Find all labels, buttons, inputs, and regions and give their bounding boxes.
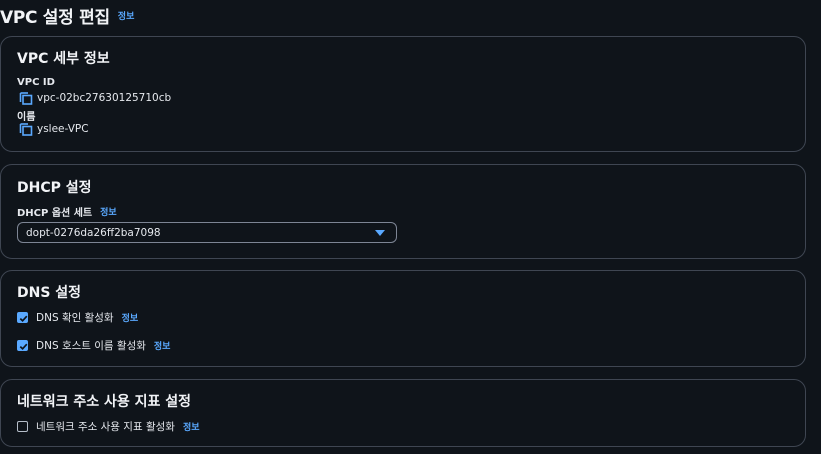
dns-resolution-label: DNS 확인 활성화 xyxy=(36,312,114,324)
dhcp-info-link[interactable]: 정보 xyxy=(100,205,117,218)
dhcp-settings-panel: DHCP 설정 DHCP 옵션 세트 정보 dopt-0276da26ff2ba… xyxy=(0,164,806,259)
dns-hostnames-label: DNS 호스트 이름 활성화 xyxy=(36,340,146,352)
vpc-id-label: VPC ID xyxy=(17,77,55,88)
network-address-usage-label: 네트워크 주소 사용 지표 활성화 xyxy=(36,421,175,433)
dns-settings-panel: DNS 설정 DNS 확인 활성화 정보 DNS 호스트 이름 활성화 정보 xyxy=(0,270,806,367)
dns-resolution-checkbox[interactable] xyxy=(17,312,28,323)
page-header: VPC 설정 편집 정보 xyxy=(0,2,134,28)
dns-settings-title: DNS 설정 xyxy=(17,285,82,301)
vpc-id-row: vpc-02bc27630125710cb xyxy=(19,91,171,105)
network-address-usage-row: 네트워크 주소 사용 지표 활성화 정보 xyxy=(17,419,200,434)
dns-hostnames-checkbox[interactable] xyxy=(17,340,28,351)
network-address-usage-panel: 네트워크 주소 사용 지표 설정 네트워크 주소 사용 지표 활성화 정보 xyxy=(0,379,806,447)
copy-icon[interactable] xyxy=(19,122,33,136)
vpc-details-title: VPC 세부 정보 xyxy=(17,51,110,67)
dhcp-option-set-label-row: DHCP 옵션 세트 정보 xyxy=(17,204,117,219)
checkmark-icon xyxy=(19,343,28,351)
copy-icon[interactable] xyxy=(19,91,33,105)
edit-vpc-settings-page: VPC 설정 편집 정보 VPC 세부 정보 VPC ID vpc-02bc27… xyxy=(0,0,821,454)
name-value: yslee-VPC xyxy=(37,123,89,135)
network-address-usage-info-link[interactable]: 정보 xyxy=(183,420,200,433)
checkmark-icon xyxy=(19,315,28,323)
page-title: VPC 설정 편집 xyxy=(0,7,110,28)
dns-hostnames-info-link[interactable]: 정보 xyxy=(154,339,171,352)
vpc-details-panel: VPC 세부 정보 VPC ID vpc-02bc27630125710cb 이… xyxy=(0,36,806,152)
vpc-id-value: vpc-02bc27630125710cb xyxy=(37,92,172,104)
name-row: yslee-VPC xyxy=(19,122,89,136)
dhcp-option-set-label: DHCP 옵션 세트 xyxy=(17,208,93,219)
dns-resolution-info-link[interactable]: 정보 xyxy=(122,311,139,324)
network-address-usage-title: 네트워크 주소 사용 지표 설정 xyxy=(17,394,192,410)
network-address-usage-checkbox[interactable] xyxy=(17,421,28,432)
page-info-link[interactable]: 정보 xyxy=(118,9,135,22)
name-label: 이름 xyxy=(17,112,36,123)
caret-down-icon xyxy=(375,230,385,236)
dhcp-settings-title: DHCP 설정 xyxy=(17,180,92,196)
dhcp-option-set-select[interactable]: dopt-0276da26ff2ba7098 xyxy=(17,222,397,243)
dns-hostnames-row: DNS 호스트 이름 활성화 정보 xyxy=(17,338,170,353)
dns-resolution-row: DNS 확인 활성화 정보 xyxy=(17,310,138,325)
dhcp-option-set-value: dopt-0276da26ff2ba7098 xyxy=(26,226,161,239)
